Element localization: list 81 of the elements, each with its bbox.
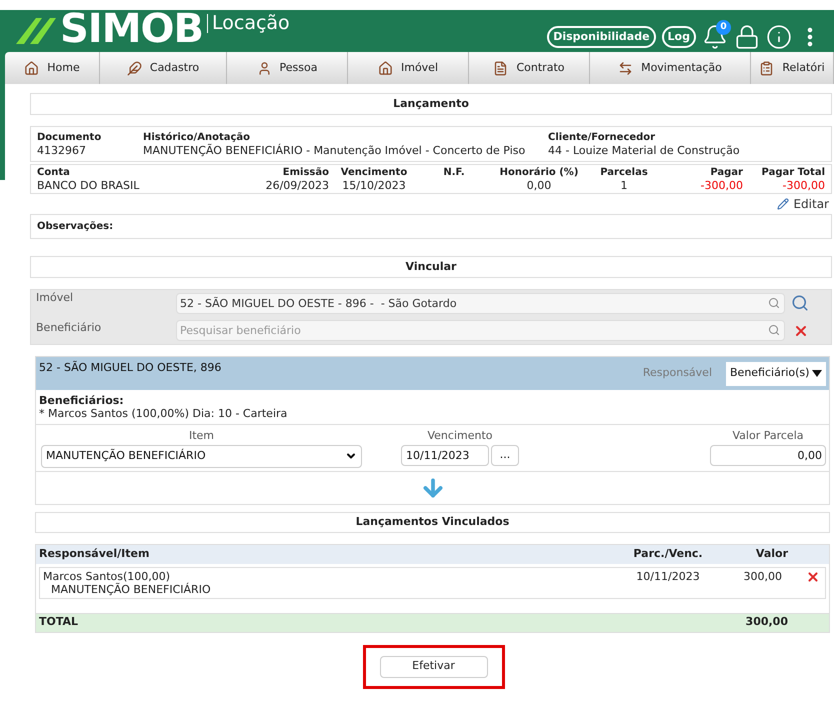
table-cell-text: 10/11/2023 <box>635 570 701 582</box>
column-label: Vencimento <box>340 166 408 179</box>
field-label: Observações: <box>37 220 114 234</box>
section-title: Lançamentos Vinculados <box>35 512 830 532</box>
header-button[interactable]: Log <box>662 26 696 48</box>
column-label: Emissão <box>282 166 329 179</box>
search-icon[interactable] <box>791 294 809 312</box>
field-label: Vencimento <box>427 428 492 444</box>
field-label: Item <box>188 428 214 444</box>
arrows-icon <box>618 60 634 76</box>
column-value: 15/10/2023 <box>341 179 407 192</box>
field-label: Documento <box>37 131 102 144</box>
total-value: 300,00 <box>744 614 788 630</box>
nav-tab[interactable]: Movimentação <box>590 52 751 84</box>
field-label: Responsável <box>642 365 712 382</box>
submit-button[interactable]: Efetivar <box>380 656 488 678</box>
info-icon[interactable] <box>766 24 792 50</box>
nav-tab[interactable]: Home <box>5 52 100 84</box>
pencil-icon <box>777 198 790 210</box>
column-value: BANCO DO BRASIL <box>37 179 140 192</box>
responsavel-select[interactable]: Beneficiário(s) <box>726 362 826 386</box>
search-icon <box>768 324 780 336</box>
section-title: Vincular <box>30 256 832 278</box>
house-icon <box>378 60 393 76</box>
field-value: MANUTENÇÃO BENEFICIÁRIO - Manutenção Imóvel - Concerto de Piso <box>143 144 526 157</box>
feather-icon <box>126 60 142 76</box>
column-label: Pagar <box>709 166 743 179</box>
field-value: 44 - Louize Material de Construção <box>548 144 741 157</box>
column-label: N.F. <box>442 166 466 179</box>
nav-tab[interactable]: Pessoa <box>227 52 348 84</box>
date-picker-button[interactable]: ... <box>491 444 519 466</box>
delete-icon[interactable] <box>806 570 820 584</box>
date-field[interactable]: 10/11/2023 <box>401 444 489 466</box>
person-icon <box>256 60 272 76</box>
notification-icon[interactable] <box>702 24 728 50</box>
search-field[interactable]: 52 - SÃO MIGUEL DO OESTE - 896 - - São Gotardo <box>176 293 785 314</box>
edit-link[interactable]: Editar <box>777 195 829 213</box>
field-label: Imóvel <box>36 290 74 306</box>
table-cell-text: Marcos Santos(100,00) <box>43 570 170 582</box>
notification-badge: 0 <box>716 20 731 35</box>
column-header: Parc./Venc. <box>632 546 704 562</box>
column-label: Conta <box>37 166 71 179</box>
amount-field[interactable]: 0,00 <box>710 444 826 466</box>
nav-tab[interactable]: Imóvel <box>348 52 469 84</box>
lock-icon[interactable] <box>734 24 760 50</box>
header-button[interactable]: Disponibilidade <box>547 26 656 48</box>
column-value: -300,00 <box>700 179 743 192</box>
column-header: Valor <box>754 546 788 562</box>
item-select[interactable]: MANUTENÇÃO BENEFICIÁRIO <box>41 444 362 468</box>
beneficiaries-label: Beneficiários: <box>39 394 125 407</box>
column-label: Pagar Total <box>760 166 825 179</box>
beneficiary-line: * Marcos Santos (100,00%) Dia: 10 - Carteira <box>39 407 288 420</box>
section-title: Lançamento <box>30 93 832 115</box>
column-label: Parcelas <box>599 166 649 179</box>
column-value: 1 <box>620 179 628 192</box>
column-value: 26/09/2023 <box>264 179 329 192</box>
caret-icon <box>812 370 822 377</box>
table-cell-text: 300,00 <box>742 570 782 582</box>
column-label: Honorário (%) <box>498 166 580 179</box>
app-subtitle: Locação <box>207 14 290 32</box>
total-label: TOTAL <box>39 614 80 630</box>
nav-tab[interactable]: Cadastro <box>100 52 227 84</box>
home-icon <box>24 60 40 76</box>
clipboard-icon <box>759 60 774 76</box>
field-label: Valor Parcela <box>732 428 804 444</box>
field-label: Beneficiário <box>36 320 102 336</box>
table-cell-text: MANUTENÇÃO BENEFICIÁRIO <box>50 582 212 596</box>
nav-tab[interactable]: Relatóri <box>751 52 834 84</box>
close-icon[interactable] <box>793 323 809 339</box>
nav-tab[interactable]: Contrato <box>469 52 590 84</box>
column-header: Responsável/Item <box>39 546 150 562</box>
column-value: 0,00 <box>526 179 552 192</box>
search-icon <box>768 297 780 309</box>
column-value: -300,00 <box>782 179 825 192</box>
field-label: Cliente/Fornecedor <box>548 131 656 144</box>
field-value: 4132967 <box>37 144 87 157</box>
panel-title: 52 - SÃO MIGUEL DO OESTE, 896 <box>39 360 222 376</box>
logo-text: SIMOB <box>60 9 203 49</box>
search-field[interactable]: Pesquisar beneficiário <box>176 320 785 341</box>
document-icon <box>493 60 508 76</box>
field-label: Histórico/Anotação <box>143 131 252 144</box>
